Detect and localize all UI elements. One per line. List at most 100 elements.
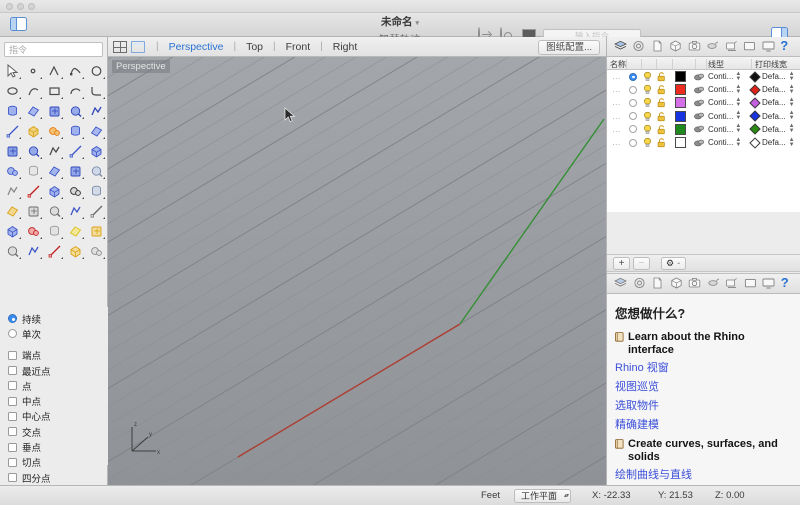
osnap-option-7[interactable]: 交点 xyxy=(8,424,108,439)
sphere-union-tool-icon[interactable] xyxy=(65,101,86,120)
pipe-tool-icon[interactable] xyxy=(86,141,107,160)
material-tool-icon[interactable] xyxy=(44,241,65,260)
curve-offset-tool-icon[interactable] xyxy=(44,141,65,160)
close-button[interactable] xyxy=(6,3,13,10)
remove-layer-button[interactable]: − xyxy=(633,256,650,270)
osnap-option-1[interactable]: 单次 xyxy=(8,326,108,341)
layer-material-icon[interactable] xyxy=(691,124,706,134)
camera-tool-icon[interactable] xyxy=(2,241,23,260)
layer-lock-icon[interactable] xyxy=(654,71,669,82)
object-icon[interactable] xyxy=(670,277,683,290)
monitor-icon[interactable] xyxy=(762,277,775,290)
explode-tool-icon[interactable] xyxy=(44,121,65,140)
tab-front[interactable]: Front xyxy=(283,41,314,53)
add-layer-button[interactable]: + xyxy=(613,256,630,270)
plane-surface-tool-icon[interactable] xyxy=(2,121,23,140)
surface-sweep-tool-icon[interactable] xyxy=(23,101,44,120)
properties-icon[interactable] xyxy=(633,277,646,290)
tab-right[interactable]: Right xyxy=(330,41,361,53)
radio-0[interactable] xyxy=(8,314,17,324)
tangent-arc-tool-icon[interactable] xyxy=(65,141,86,160)
layer-row[interactable]: ... Conti... ▲ ▼ Defa... ▲ ▼ xyxy=(607,136,800,149)
osnap-option-5[interactable]: 中点 xyxy=(8,393,108,408)
zoom-tool-icon[interactable] xyxy=(86,201,107,220)
grid-points-tool-icon[interactable] xyxy=(2,181,23,200)
tab-top[interactable]: Top xyxy=(243,41,266,53)
box-tool-icon[interactable] xyxy=(44,101,65,120)
checkbox-7[interactable] xyxy=(8,427,17,437)
layer-color-swatch[interactable] xyxy=(669,137,691,149)
layer-material-icon[interactable] xyxy=(691,111,706,121)
layer-visibility-bulb-icon[interactable] xyxy=(640,111,654,122)
layer-current-radio[interactable] xyxy=(626,98,640,107)
layer-options-button[interactable]: ⚙ ⌄ xyxy=(661,256,687,270)
layer-current-radio[interactable] xyxy=(626,72,640,81)
layer-linetype[interactable]: Conti... ▲ ▼ xyxy=(706,71,750,82)
box-edit-tool-icon[interactable] xyxy=(65,161,86,180)
help-icon[interactable]: ? xyxy=(780,39,793,53)
layer-list[interactable]: ... Conti... ▲ ▼ Defa... ▲ ▼ ... Conti... ▲ ▼ Defa.… xyxy=(607,70,800,212)
checkbox-8[interactable] xyxy=(8,442,17,452)
trim-tool-icon[interactable] xyxy=(2,201,23,220)
object-icon[interactable] xyxy=(669,40,682,53)
boolean-tool-icon[interactable] xyxy=(23,121,44,140)
extrude-solid-tool-icon[interactable] xyxy=(86,121,107,140)
curve-control-points-icon[interactable] xyxy=(65,61,86,80)
layer-material-icon[interactable] xyxy=(691,98,706,108)
render-tool-icon[interactable] xyxy=(44,221,65,240)
camera-icon[interactable] xyxy=(688,277,701,290)
vehicle-tool-icon[interactable] xyxy=(23,221,44,240)
four-view-layout-icon[interactable] xyxy=(113,40,127,53)
layer-row[interactable]: ... Conti... ▲ ▼ Defa... ▲ ▼ xyxy=(607,70,800,83)
ellipse-tool-icon[interactable] xyxy=(2,81,23,100)
layout-config-button[interactable]: 图纸配置... xyxy=(538,39,600,55)
zoom-button[interactable] xyxy=(28,3,35,10)
layer-current-radio[interactable] xyxy=(626,112,640,121)
osnap-option-6[interactable]: 中心点 xyxy=(8,409,108,424)
help-link[interactable]: 选取物件 xyxy=(607,397,800,416)
command-input[interactable]: 指令 xyxy=(4,42,103,57)
perspective-viewport[interactable]: Perspective z x y xyxy=(108,57,606,485)
layer-row[interactable]: ... Conti... ▲ ▼ Defa... ▲ ▼ xyxy=(607,110,800,123)
radio-1[interactable] xyxy=(8,329,17,339)
checkbox-4[interactable] xyxy=(8,381,17,391)
light-icon[interactable] xyxy=(706,40,719,53)
camera-icon[interactable] xyxy=(688,40,701,53)
boolean-union-tool-icon[interactable] xyxy=(23,141,44,160)
tab-perspective[interactable]: Perspective xyxy=(166,41,227,53)
display-icon[interactable] xyxy=(725,277,738,290)
extrude-tool-icon[interactable] xyxy=(65,121,86,140)
layer-visibility-bulb-icon[interactable] xyxy=(640,84,654,95)
layer-linetype[interactable]: Conti... ▲ ▼ xyxy=(706,137,750,148)
checkbox-6[interactable] xyxy=(8,411,17,421)
layer-lock-icon[interactable] xyxy=(654,97,669,108)
single-view-layout-icon[interactable] xyxy=(131,40,145,53)
layer-lock-icon[interactable] xyxy=(654,137,669,148)
checkbox-3[interactable] xyxy=(8,366,17,376)
mirror-tool-icon[interactable] xyxy=(44,161,65,180)
layer-current-radio[interactable] xyxy=(626,125,640,134)
help-link[interactable]: Rhino 视窗 xyxy=(607,359,800,378)
help-link[interactable]: 视图巡览 xyxy=(607,378,800,397)
light-icon[interactable] xyxy=(707,277,720,290)
osnap-option-4[interactable]: 点 xyxy=(8,378,108,393)
array-tool-icon[interactable] xyxy=(23,161,44,180)
checkbox-5[interactable] xyxy=(8,396,17,406)
checkbox-2[interactable] xyxy=(8,350,17,360)
layer-print-width[interactable]: Defa... ▲ ▼ xyxy=(749,110,800,122)
osnap-option-2[interactable]: 端点 xyxy=(8,348,108,363)
layer-print-width[interactable]: Defa... ▲ ▼ xyxy=(749,137,800,149)
viewport-canvas[interactable] xyxy=(108,57,606,485)
checkbox-9[interactable] xyxy=(8,457,17,467)
properties-icon[interactable] xyxy=(632,40,645,53)
rectangle-tool-icon[interactable] xyxy=(44,81,65,100)
layer-current-radio[interactable] xyxy=(626,85,640,94)
osnap-option-8[interactable]: 垂点 xyxy=(8,439,108,454)
help-link[interactable]: 绘制曲线与直线 xyxy=(607,466,800,485)
curve-interp-tool-icon[interactable] xyxy=(23,81,44,100)
page-icon[interactable] xyxy=(651,277,664,290)
layer-material-icon[interactable] xyxy=(691,138,706,148)
layer-lock-icon[interactable] xyxy=(654,111,669,122)
cylinder-tool-icon[interactable] xyxy=(86,101,107,120)
layer-color-swatch[interactable] xyxy=(669,84,691,96)
